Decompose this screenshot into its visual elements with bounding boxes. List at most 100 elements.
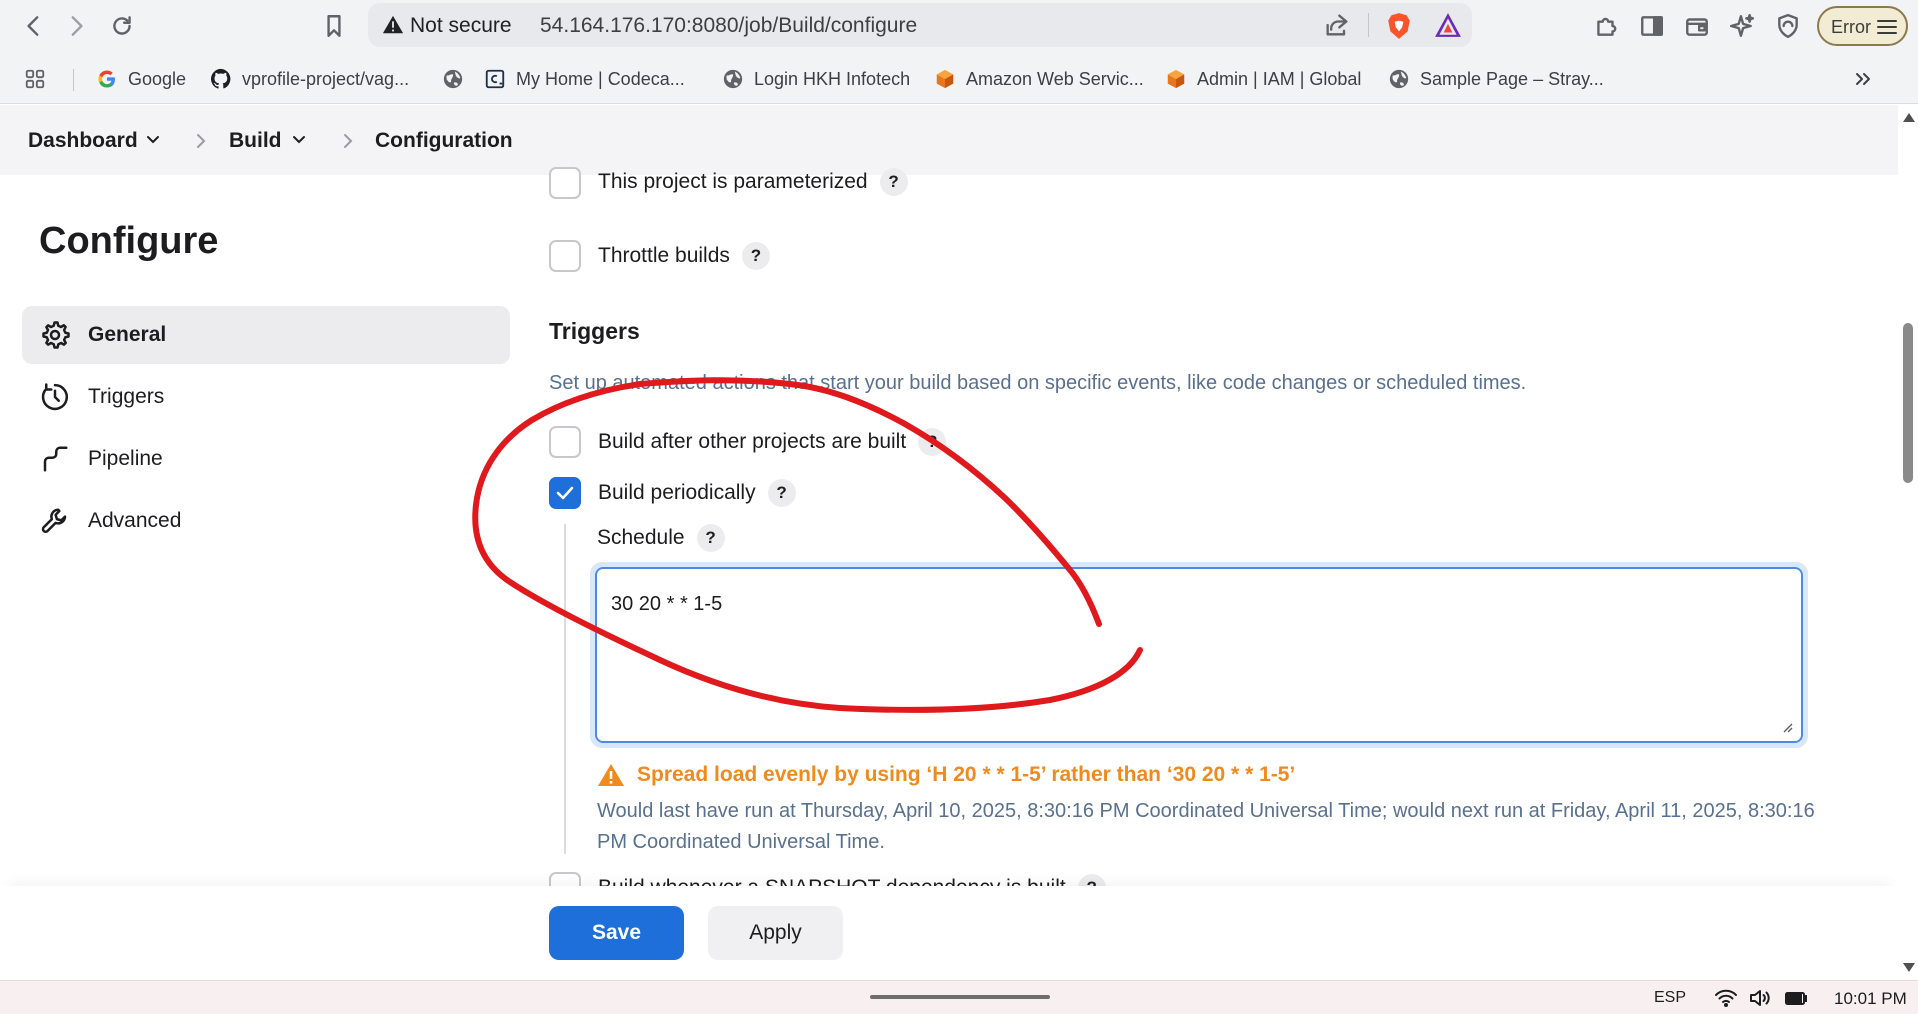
scrollbar-thumb[interactable] bbox=[1903, 323, 1913, 483]
parameterized-checkbox[interactable] bbox=[549, 167, 581, 199]
help-icon[interactable]: ? bbox=[741, 242, 770, 270]
build-after-other-label: Build after other projects are built bbox=[598, 430, 907, 453]
form-action-bar: Save Apply bbox=[0, 886, 1898, 980]
clock-icon bbox=[40, 382, 70, 412]
snapshot-checkbox[interactable] bbox=[549, 872, 581, 886]
build-after-other-option: Build after other projects are built ? bbox=[549, 426, 947, 458]
schedule-focus-ring: 30 20 * * 1-5 bbox=[590, 562, 1808, 748]
sidebar-button[interactable] bbox=[1634, 8, 1670, 44]
warning-triangle-icon bbox=[598, 764, 624, 786]
breadcrumb: Dashboard Build Configuration bbox=[0, 105, 1898, 175]
schedule-label: Schedule bbox=[597, 526, 685, 549]
forward-button[interactable] bbox=[58, 8, 94, 44]
input-language[interactable]: ESP bbox=[1654, 989, 1686, 1007]
bookmark-sample-page[interactable]: Sample Page – Stray... bbox=[1388, 64, 1604, 94]
reload-button[interactable] bbox=[104, 8, 140, 44]
chevron-left-icon bbox=[27, 16, 39, 36]
help-icon[interactable]: ? bbox=[1077, 874, 1106, 886]
extensions-button[interactable] bbox=[1588, 8, 1624, 44]
apps-button[interactable] bbox=[24, 64, 46, 94]
scroll-up-arrow-icon[interactable] bbox=[1903, 113, 1915, 122]
build-periodically-label: Build periodically bbox=[598, 481, 756, 504]
scroll-down-arrow-icon[interactable] bbox=[1903, 963, 1915, 972]
sidebar-panel-icon bbox=[1641, 16, 1663, 36]
bookmark-label: Amazon Web Servic... bbox=[966, 68, 1144, 89]
sidebar-item-general[interactable]: General bbox=[22, 306, 510, 364]
screen: Not secure 54.164.176.170:8080/job/Build… bbox=[0, 0, 1918, 1014]
security-status[interactable]: Not secure bbox=[410, 14, 512, 38]
bookmark-hkh-infotech[interactable]: Login HKH Infotech bbox=[722, 64, 910, 94]
vertical-scrollbar[interactable] bbox=[1898, 105, 1918, 980]
bookmark-aws[interactable]: Amazon Web Servic... bbox=[934, 64, 1144, 94]
bookmark-label: Admin | IAM | Global bbox=[1197, 68, 1362, 89]
more-bookmarks-button[interactable] bbox=[1852, 64, 1874, 94]
gear-icon bbox=[40, 320, 70, 350]
build-after-other-checkbox[interactable] bbox=[549, 426, 581, 458]
help-icon[interactable]: ? bbox=[918, 428, 947, 456]
bookmark-iam[interactable]: Admin | IAM | Global bbox=[1165, 64, 1361, 94]
throttle-option: Throttle builds ? bbox=[549, 240, 770, 272]
triggers-description: Set up automated actions that start your… bbox=[549, 372, 1527, 394]
apps-grid-icon bbox=[24, 68, 46, 90]
bookmark-google[interactable]: Google bbox=[96, 64, 186, 94]
back-button[interactable] bbox=[16, 8, 52, 44]
bookmark-vprofile[interactable]: vprofile-project/vag... bbox=[210, 64, 409, 94]
parameterized-label: This project is parameterized bbox=[598, 170, 868, 193]
taskbar-handle[interactable] bbox=[870, 995, 1050, 999]
sparkle-icon bbox=[1729, 13, 1755, 37]
battery-icon[interactable] bbox=[1784, 988, 1808, 1008]
wifi-icon[interactable] bbox=[1714, 988, 1738, 1008]
help-icon[interactable]: ? bbox=[767, 479, 796, 507]
help-icon[interactable]: ? bbox=[696, 524, 725, 552]
globe-icon bbox=[1388, 68, 1410, 90]
puzzle-icon bbox=[1597, 17, 1617, 36]
codecademy-icon bbox=[484, 68, 506, 90]
chevron-down-icon[interactable] bbox=[292, 135, 306, 145]
triggers-section-title: Triggers bbox=[549, 318, 640, 344]
breadcrumb-build[interactable]: Build bbox=[229, 129, 282, 153]
sidebar-item-label: General bbox=[88, 323, 167, 346]
apply-button[interactable]: Apply bbox=[708, 906, 843, 960]
breadcrumb-configuration[interactable]: Configuration bbox=[375, 129, 513, 153]
throttle-builds-checkbox[interactable] bbox=[549, 240, 581, 272]
bookmark-globe[interactable] bbox=[442, 64, 464, 94]
double-chevron-right-icon bbox=[1852, 68, 1874, 90]
wrench-icon bbox=[40, 506, 70, 536]
brave-rewards-icon[interactable] bbox=[1434, 12, 1462, 38]
brave-shield-icon[interactable] bbox=[1386, 12, 1412, 40]
sidebar-item-advanced[interactable]: Advanced bbox=[22, 492, 510, 550]
schedule-next-run-text: Would last have run at Thursday, April 1… bbox=[597, 800, 1815, 853]
taskbar-clock[interactable]: 10:01 PM bbox=[1834, 989, 1907, 1009]
error-menu-button[interactable]: Error bbox=[1817, 6, 1908, 46]
bookmark-codecademy[interactable]: My Home | Codeca... bbox=[484, 64, 685, 94]
warning-triangle-icon bbox=[382, 15, 404, 34]
help-icon[interactable]: ? bbox=[879, 168, 908, 196]
aws-cube-icon bbox=[1165, 68, 1187, 90]
sidebar-item-label: Pipeline bbox=[88, 447, 163, 470]
schedule-input[interactable]: 30 20 * * 1-5 bbox=[595, 567, 1803, 743]
volume-icon[interactable] bbox=[1748, 988, 1772, 1008]
chevron-right-icon bbox=[344, 134, 353, 148]
address-bar[interactable]: Not secure 54.164.176.170:8080/job/Build… bbox=[368, 3, 1472, 47]
chevron-down-icon[interactable] bbox=[146, 135, 160, 145]
breadcrumb-dashboard[interactable]: Dashboard bbox=[28, 129, 138, 153]
bookmark-icon bbox=[327, 15, 341, 37]
vpn-button[interactable] bbox=[1770, 8, 1806, 44]
snapshot-option-inner: Build whenever a SNAPSHOT dependency is … bbox=[549, 872, 1106, 886]
globe-icon bbox=[722, 68, 744, 90]
bookmark-label: vprofile-project/vag... bbox=[242, 68, 410, 89]
throttle-builds-label: Throttle builds bbox=[598, 244, 730, 267]
nested-section-line bbox=[564, 524, 566, 854]
pipeline-icon bbox=[40, 444, 70, 474]
leo-ai-button[interactable] bbox=[1724, 8, 1760, 44]
wallet-button[interactable] bbox=[1679, 8, 1715, 44]
save-button[interactable]: Save bbox=[549, 906, 684, 960]
resize-grip-icon[interactable] bbox=[1781, 721, 1793, 733]
share-icon[interactable] bbox=[1323, 11, 1351, 39]
parameterized-option: This project is parameterized ? bbox=[549, 167, 908, 202]
build-periodically-checkbox[interactable] bbox=[549, 477, 581, 509]
bookmark-button[interactable] bbox=[316, 8, 352, 44]
sidebar-item-triggers[interactable]: Triggers bbox=[22, 368, 510, 426]
sidebar-item-pipeline[interactable]: Pipeline bbox=[22, 430, 510, 488]
url-text[interactable]: 54.164.176.170:8080/job/Build/configure bbox=[540, 14, 917, 38]
